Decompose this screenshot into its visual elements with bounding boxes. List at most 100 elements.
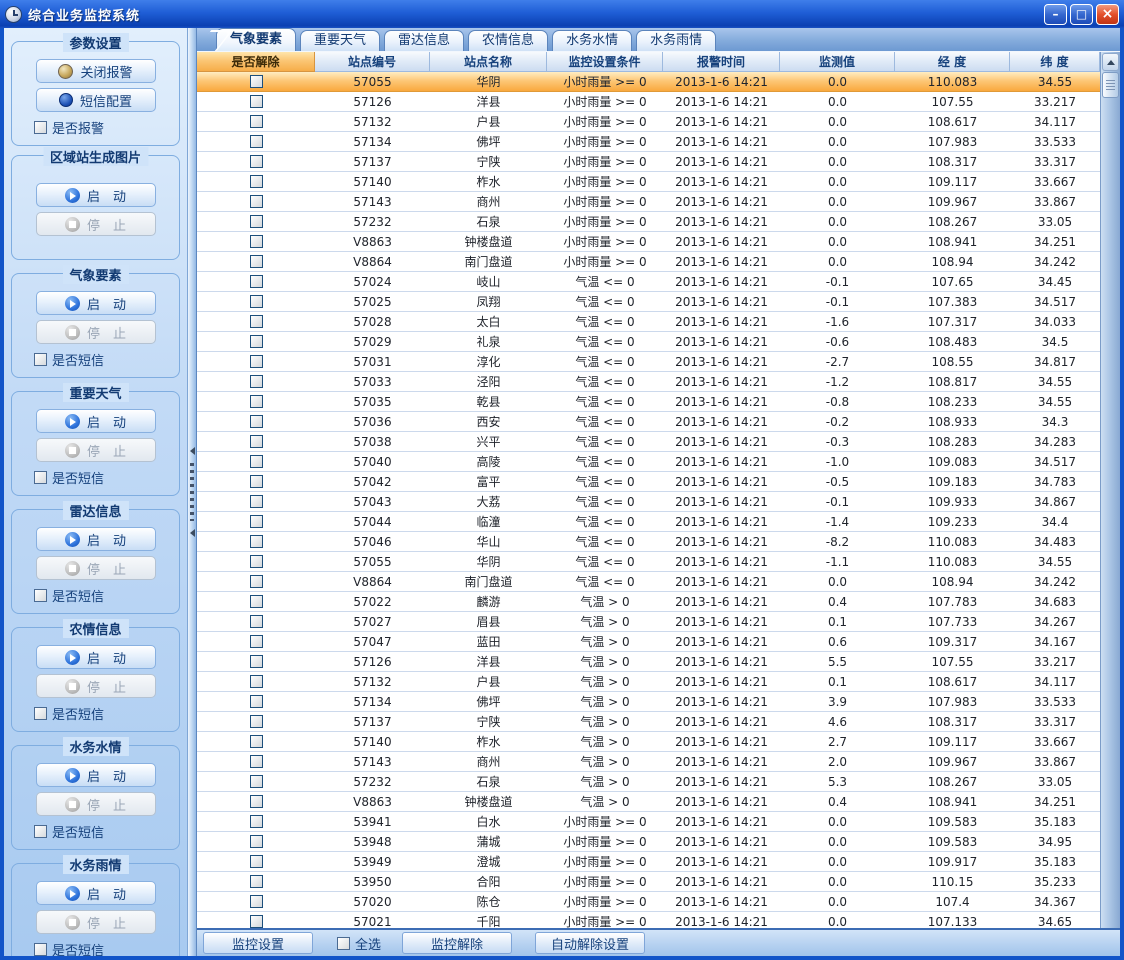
release-checkbox[interactable]: [250, 795, 263, 808]
sidebar-splitter[interactable]: [187, 28, 197, 956]
table-row[interactable]: 57021千阳小时雨量 >= 02013-1-6 14:210.0107.133…: [197, 912, 1100, 928]
release-checkbox[interactable]: [250, 655, 263, 668]
release-checkbox[interactable]: [250, 815, 263, 828]
scroll-up-icon[interactable]: [1102, 53, 1119, 71]
start-button[interactable]: 启 动: [36, 881, 156, 905]
sms-config-button[interactable]: 短信配置: [36, 88, 156, 112]
release-checkbox[interactable]: [250, 675, 263, 688]
table-row[interactable]: 53941白水小时雨量 >= 02013-1-6 14:210.0109.583…: [197, 812, 1100, 832]
release-checkbox[interactable]: [250, 155, 263, 168]
release-checkbox[interactable]: [250, 715, 263, 728]
release-checkbox[interactable]: [250, 115, 263, 128]
table-row[interactable]: 57046华山气温 <= 02013-1-6 14:21-8.2110.0833…: [197, 532, 1100, 552]
table-row[interactable]: 57043大荔气温 <= 02013-1-6 14:21-0.1109.9333…: [197, 492, 1100, 512]
monitor-set-button[interactable]: 监控设置: [203, 932, 313, 954]
release-checkbox[interactable]: [250, 75, 263, 88]
release-checkbox[interactable]: [250, 255, 263, 268]
table-row[interactable]: 57132户县小时雨量 >= 02013-1-6 14:210.0108.617…: [197, 112, 1100, 132]
table-row[interactable]: 57140柞水气温 > 02013-1-6 14:212.7109.11733.…: [197, 732, 1100, 752]
release-checkbox[interactable]: [250, 195, 263, 208]
table-row[interactable]: 57040高陵气温 <= 02013-1-6 14:21-1.0109.0833…: [197, 452, 1100, 472]
sms-enabled-checkbox[interactable]: [34, 707, 47, 720]
start-button[interactable]: 启 动: [36, 409, 156, 433]
start-button[interactable]: 启 动: [36, 183, 156, 207]
table-row[interactable]: 57137宁陕气温 > 02013-1-6 14:214.6108.31733.…: [197, 712, 1100, 732]
start-button[interactable]: 启 动: [36, 645, 156, 669]
release-checkbox[interactable]: [250, 315, 263, 328]
table-row[interactable]: 53949澄城小时雨量 >= 02013-1-6 14:210.0109.917…: [197, 852, 1100, 872]
release-checkbox[interactable]: [250, 275, 263, 288]
release-checkbox[interactable]: [250, 535, 263, 548]
column-header[interactable]: 经 度: [895, 52, 1010, 72]
release-checkbox[interactable]: [250, 595, 263, 608]
table-row[interactable]: 57028太白气温 <= 02013-1-6 14:21-1.6107.3173…: [197, 312, 1100, 332]
column-header[interactable]: 站点编号: [315, 52, 430, 72]
table-row[interactable]: 53948蒲城小时雨量 >= 02013-1-6 14:210.0109.583…: [197, 832, 1100, 852]
table-row[interactable]: 57132户县气温 > 02013-1-6 14:210.1108.61734.…: [197, 672, 1100, 692]
table-row[interactable]: V8864南门盘道小时雨量 >= 02013-1-6 14:210.0108.9…: [197, 252, 1100, 272]
release-checkbox[interactable]: [250, 235, 263, 248]
release-checkbox[interactable]: [250, 135, 263, 148]
release-checkbox[interactable]: [250, 915, 263, 928]
start-button[interactable]: 启 动: [36, 291, 156, 315]
collapse-left-icon[interactable]: [190, 447, 195, 455]
table-row[interactable]: 57031淳化气温 <= 02013-1-6 14:21-2.7108.5534…: [197, 352, 1100, 372]
table-row[interactable]: 57137宁陕小时雨量 >= 02013-1-6 14:210.0108.317…: [197, 152, 1100, 172]
release-checkbox[interactable]: [250, 415, 263, 428]
close-button[interactable]: ×: [1096, 4, 1119, 25]
column-header[interactable]: 纬 度: [1010, 52, 1100, 72]
table-row[interactable]: 57038兴平气温 <= 02013-1-6 14:21-0.3108.2833…: [197, 432, 1100, 452]
table-row[interactable]: 57020陈仓小时雨量 >= 02013-1-6 14:210.0107.434…: [197, 892, 1100, 912]
monitor-release-button[interactable]: 监控解除: [402, 932, 512, 954]
release-checkbox[interactable]: [250, 455, 263, 468]
table-row[interactable]: 57055华阴小时雨量 >= 02013-1-6 14:210.0110.083…: [197, 72, 1100, 92]
release-checkbox[interactable]: [250, 395, 263, 408]
table-row[interactable]: 57044临潼气温 <= 02013-1-6 14:21-1.4109.2333…: [197, 512, 1100, 532]
release-checkbox[interactable]: [250, 835, 263, 848]
table-row[interactable]: 57025凤翔气温 <= 02013-1-6 14:21-0.1107.3833…: [197, 292, 1100, 312]
release-checkbox[interactable]: [250, 555, 263, 568]
release-checkbox[interactable]: [250, 755, 263, 768]
table-row[interactable]: 57029礼泉气温 <= 02013-1-6 14:21-0.6108.4833…: [197, 332, 1100, 352]
table-row[interactable]: 57134佛坪气温 > 02013-1-6 14:213.9107.98333.…: [197, 692, 1100, 712]
table-row[interactable]: 57126洋县小时雨量 >= 02013-1-6 14:210.0107.553…: [197, 92, 1100, 112]
close-alarm-button[interactable]: 关闭报警: [36, 59, 156, 83]
table-row[interactable]: 53950合阳小时雨量 >= 02013-1-6 14:210.0110.153…: [197, 872, 1100, 892]
table-row[interactable]: 57143商州小时雨量 >= 02013-1-6 14:210.0109.967…: [197, 192, 1100, 212]
sms-enabled-checkbox[interactable]: [34, 825, 47, 838]
column-header[interactable]: 报警时间: [663, 52, 780, 72]
sms-enabled-checkbox[interactable]: [34, 353, 47, 366]
alarm-enabled-checkbox[interactable]: [34, 121, 47, 134]
release-checkbox[interactable]: [250, 355, 263, 368]
release-checkbox[interactable]: [250, 855, 263, 868]
sms-enabled-checkbox[interactable]: [34, 589, 47, 602]
tab-5[interactable]: 水务水情: [552, 30, 632, 51]
release-checkbox[interactable]: [250, 295, 263, 308]
column-header[interactable]: 站点名称: [430, 52, 547, 72]
table-row[interactable]: 57024岐山气温 <= 02013-1-6 14:21-0.1107.6534…: [197, 272, 1100, 292]
table-row[interactable]: 57232石泉气温 > 02013-1-6 14:215.3108.26733.…: [197, 772, 1100, 792]
table-row[interactable]: 57232石泉小时雨量 >= 02013-1-6 14:210.0108.267…: [197, 212, 1100, 232]
release-checkbox[interactable]: [250, 695, 263, 708]
column-header[interactable]: 监控设置条件: [547, 52, 663, 72]
table-row[interactable]: 57055华阴气温 <= 02013-1-6 14:21-1.1110.0833…: [197, 552, 1100, 572]
select-all-checkbox[interactable]: [337, 937, 350, 950]
column-header[interactable]: 监测值: [780, 52, 895, 72]
table-row[interactable]: V8864南门盘道气温 <= 02013-1-6 14:210.0108.943…: [197, 572, 1100, 592]
tab-4[interactable]: 农情信息: [468, 30, 548, 51]
table-row[interactable]: 57033泾阳气温 <= 02013-1-6 14:21-1.2108.8173…: [197, 372, 1100, 392]
release-checkbox[interactable]: [250, 895, 263, 908]
release-checkbox[interactable]: [250, 875, 263, 888]
release-checkbox[interactable]: [250, 615, 263, 628]
release-checkbox[interactable]: [250, 215, 263, 228]
release-checkbox[interactable]: [250, 175, 263, 188]
release-checkbox[interactable]: [250, 375, 263, 388]
release-checkbox[interactable]: [250, 575, 263, 588]
table-row[interactable]: 57036西安气温 <= 02013-1-6 14:21-0.2108.9333…: [197, 412, 1100, 432]
release-checkbox[interactable]: [250, 635, 263, 648]
table-row[interactable]: V8863钟楼盘道气温 > 02013-1-6 14:210.4108.9413…: [197, 792, 1100, 812]
release-checkbox[interactable]: [250, 775, 263, 788]
tab-6[interactable]: 水务雨情: [636, 30, 716, 51]
table-row[interactable]: 57134佛坪小时雨量 >= 02013-1-6 14:210.0107.983…: [197, 132, 1100, 152]
vertical-scrollbar[interactable]: [1100, 52, 1120, 928]
